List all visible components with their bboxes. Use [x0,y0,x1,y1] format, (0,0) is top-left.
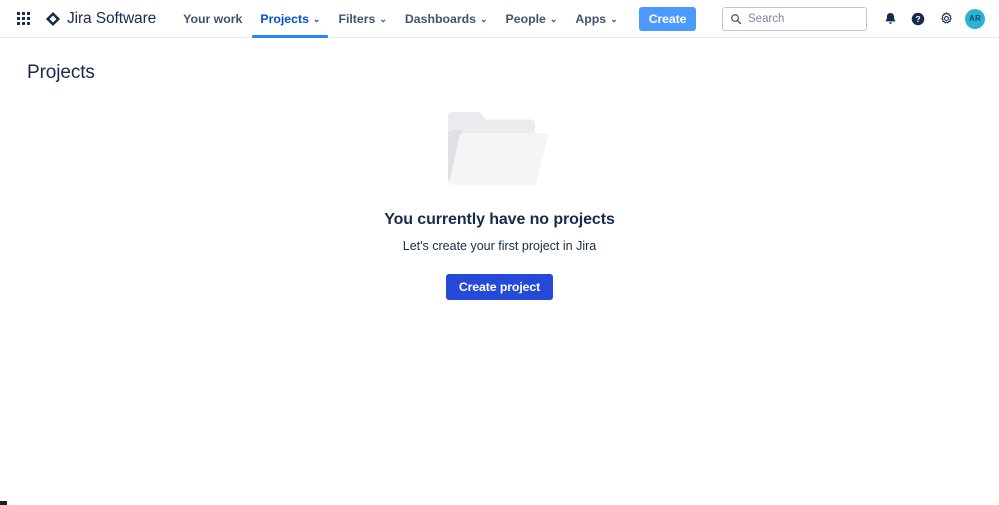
primary-nav-items: Your work Projects ⌄ Filters ⌄ Dashboard… [174,0,627,38]
chevron-down-icon: ⌄ [379,14,387,24]
nav-item-label: Dashboards [404,11,476,26]
notifications-bell-icon [885,13,895,24]
grid-apps-icon [16,12,30,25]
empty-state-heading: You currently have no projects [384,211,615,228]
settings-button[interactable] [933,6,959,32]
nav-left-group: Jira Software Your work Projects ⌄ Filte… [8,0,697,38]
nav-item-label: Apps [575,11,607,26]
brand-name: Jira Software [67,9,157,27]
search-input[interactable] [748,12,859,25]
global-navigation-bar: Jira Software Your work Projects ⌄ Filte… [0,0,999,38]
jira-diamond-icon [45,11,61,26]
nav-item-label: Filters [338,11,376,26]
jira-home-link[interactable]: Jira Software [44,0,156,37]
svg-text:?: ? [915,14,920,24]
nav-item-dashboards[interactable]: Dashboards ⌄ [396,0,497,38]
nav-item-label: Projects [260,11,309,26]
cursor-artifact [0,501,7,505]
nav-item-people[interactable]: People ⌄ [497,0,567,38]
search-box[interactable] [722,6,867,31]
nav-item-filters[interactable]: Filters ⌄ [329,0,395,38]
nav-right-group: ? AR [722,6,991,32]
notifications-button[interactable] [877,6,903,32]
empty-state-panel: You currently have no projects Let's cre… [0,102,999,300]
nav-item-projects[interactable]: Projects ⌄ [251,0,329,38]
empty-state-subtext: Let's create your first project in Jira [402,239,597,253]
user-avatar[interactable]: AR [965,8,985,29]
nav-item-label: People [505,11,546,26]
chevron-down-icon: ⌄ [312,14,321,24]
empty-folder-illustration [447,112,548,186]
help-question-icon: ? [911,12,925,25]
page-title: Projects [27,62,95,83]
search-icon [731,13,742,24]
app-switcher-button[interactable] [10,6,36,32]
create-project-button[interactable]: Create project [445,274,554,300]
nav-item-apps[interactable]: Apps ⌄ [566,0,626,38]
nav-item-label: Your work [183,11,243,26]
settings-gear-icon [940,12,952,24]
chevron-down-icon: ⌄ [549,14,558,24]
chevron-down-icon: ⌄ [479,14,488,24]
chevron-down-icon: ⌄ [610,14,618,24]
nav-item-your-work[interactable]: Your work [174,0,251,38]
create-button[interactable]: Create [638,6,697,31]
help-button[interactable]: ? [905,6,931,32]
